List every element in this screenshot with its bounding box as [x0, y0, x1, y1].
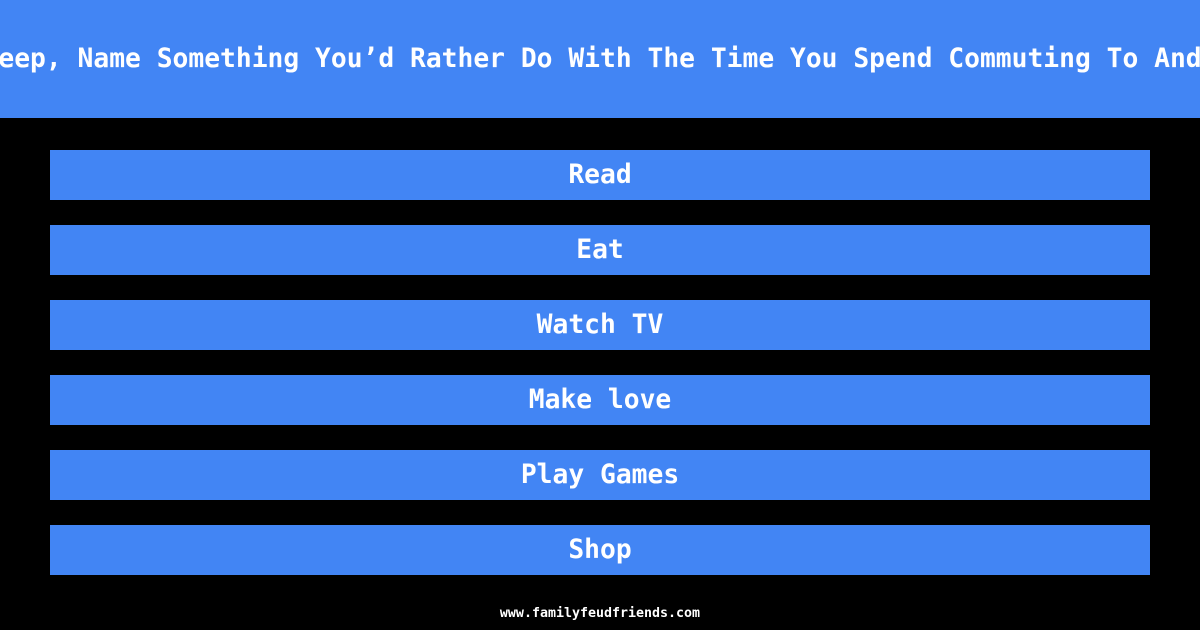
answer-bar-6[interactable]: Shop [50, 525, 1150, 575]
answer-label-6: Shop [568, 535, 632, 565]
site-url[interactable]: www.familyfeudfriends.com [500, 606, 700, 621]
question-banner: Besides Sleep, Name Something You’d Rath… [0, 0, 1200, 118]
answer-bar-1[interactable]: Read [50, 150, 1150, 200]
answer-bar-4[interactable]: Make love [50, 375, 1150, 425]
answer-bar-5[interactable]: Play Games [50, 450, 1150, 500]
answer-label-5: Play Games [520, 460, 680, 490]
footer: www.familyfeudfriends.com [0, 596, 1200, 630]
answer-label-2: Eat [576, 235, 624, 265]
family-feud-answer-card: Besides Sleep, Name Something You’d Rath… [0, 0, 1200, 630]
answer-label-4: Make love [528, 385, 672, 415]
answers-list: Read Eat Watch TV Make love Play Games S… [50, 150, 1150, 575]
question-text: Besides Sleep, Name Something You’d Rath… [0, 44, 1200, 74]
answer-label-1: Read [568, 160, 632, 190]
answer-bar-2[interactable]: Eat [50, 225, 1150, 275]
answer-bar-3[interactable]: Watch TV [50, 300, 1150, 350]
answer-label-3: Watch TV [536, 310, 664, 340]
